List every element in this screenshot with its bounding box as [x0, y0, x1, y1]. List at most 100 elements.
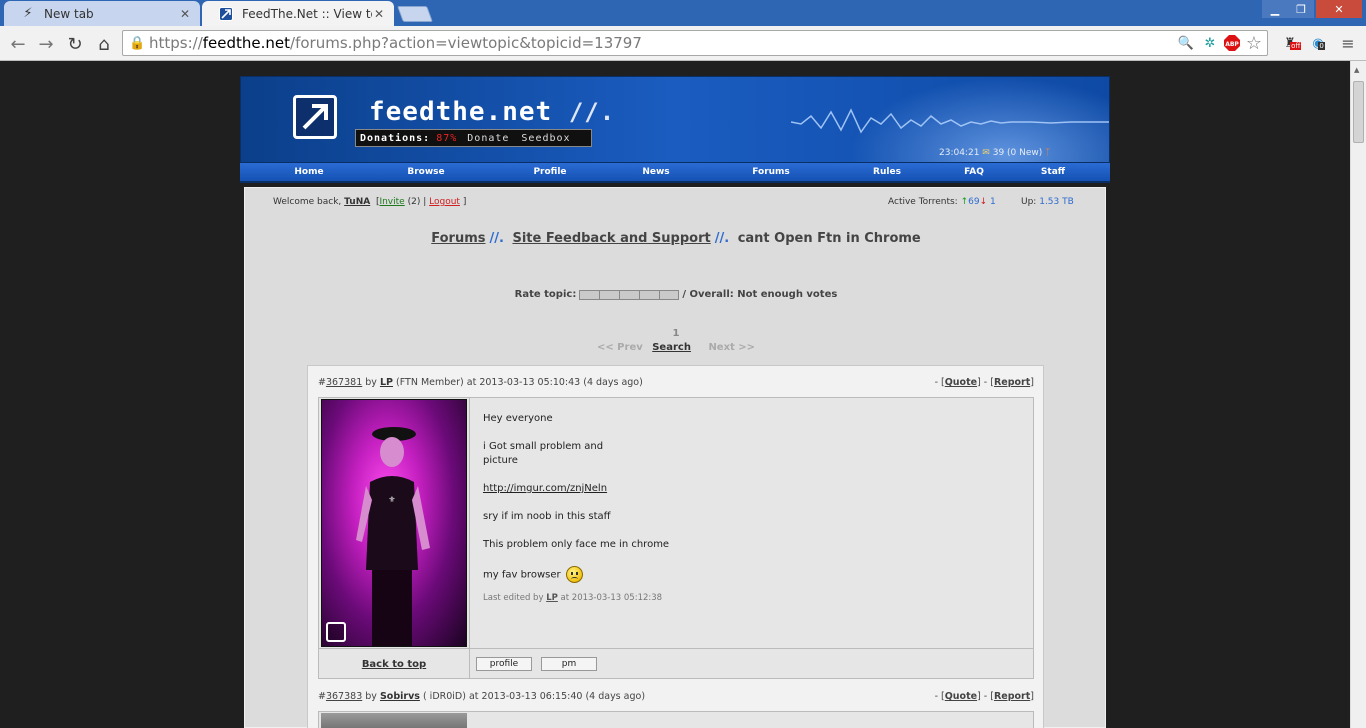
breadcrumb-section[interactable]: Site Feedback and Support — [512, 231, 710, 246]
nav-browse[interactable]: Browse — [407, 167, 444, 177]
rss-icon[interactable]: ᛉ — [1045, 148, 1050, 158]
nav-home[interactable]: Home — [294, 167, 323, 177]
donate-link[interactable]: Donate — [467, 133, 509, 144]
browser-tab-strip: ⚡ New tab ✕ FeedThe.Net :: View topic ✕ … — [0, 0, 1366, 26]
current-page: 1 — [672, 328, 680, 339]
nav-faq[interactable]: FAQ — [964, 167, 984, 177]
reload-icon[interactable]: ↻ — [63, 32, 87, 56]
svg-text:⚜: ⚜ — [388, 495, 395, 504]
rating-star[interactable] — [660, 291, 679, 299]
rating-star[interactable] — [640, 290, 660, 299]
vertical-scrollbar[interactable]: ▲ — [1350, 61, 1366, 728]
topic-rating: Rate topic: / Overall: Not enough votes — [245, 289, 1107, 300]
rating-star[interactable] — [620, 290, 640, 299]
rating-stars[interactable] — [579, 289, 680, 300]
scrollbar-thumb[interactable] — [1353, 81, 1364, 143]
post-author-link[interactable]: Sobirvs — [380, 691, 420, 702]
up-value: 1.53 TB — [1039, 197, 1074, 207]
new-tab-button[interactable] — [397, 6, 433, 22]
home-icon[interactable]: ⌂ — [92, 32, 116, 56]
message-count[interactable]: 39 (0 New) — [993, 148, 1043, 158]
donations-label: Donations: — [360, 132, 431, 144]
breadcrumb-forums[interactable]: Forums — [431, 231, 485, 246]
profile-button[interactable]: profile — [476, 657, 532, 671]
report-link[interactable]: Report — [994, 377, 1030, 388]
rate-topic-label: Rate topic: — [514, 289, 577, 300]
tab-title: FeedThe.Net :: View topic — [242, 6, 372, 21]
server-time: 23:04:21 — [939, 148, 980, 158]
extension-count-badge: 0 — [1318, 41, 1325, 50]
ghost-extension-icon[interactable]: ♜off — [1280, 33, 1302, 53]
rating-star[interactable] — [580, 290, 601, 299]
ftn-logo[interactable] — [293, 95, 337, 139]
search-page-icon[interactable]: 🔍 — [1176, 33, 1196, 53]
active-torrents-label: Active Torrents: — [888, 197, 958, 207]
donation-bar: Donations: 87% Donate Seedbox — [355, 129, 592, 147]
close-icon[interactable]: ✕ — [178, 7, 192, 21]
waveform-graphic — [791, 108, 1109, 134]
seeding-count[interactable]: 69 — [968, 197, 979, 207]
avatar-cell: ⚜ — [319, 398, 470, 648]
arrow-up-icon: ↑ — [960, 197, 969, 207]
seedbox-link[interactable]: Seedbox — [521, 133, 570, 144]
logout-link[interactable]: Logout — [429, 197, 460, 207]
window-close-button[interactable]: ✕ — [1316, 0, 1362, 18]
back-to-top-link[interactable]: Back to top — [319, 649, 470, 679]
post-hash: # — [318, 691, 326, 702]
post-body — [318, 711, 1034, 728]
edited-at: at 2013-03-13 05:12:38 — [560, 593, 663, 603]
nav-rules[interactable]: Rules — [873, 167, 901, 177]
nav-profile[interactable]: Profile — [533, 167, 566, 177]
minimize-button[interactable]: ▁ — [1262, 0, 1288, 18]
breadcrumb-separator: //. — [714, 231, 730, 246]
nav-staff[interactable]: Staff — [1041, 167, 1065, 177]
prev-page-link: << Prev — [596, 342, 643, 353]
rating-star[interactable] — [600, 290, 620, 299]
breadcrumb-separator: //. — [489, 231, 504, 246]
report-link[interactable]: Report — [994, 691, 1030, 702]
post-author-link[interactable]: LP — [380, 377, 393, 388]
site-title-text: feedthe.net — [369, 97, 553, 127]
post-id-link[interactable]: 367383 — [326, 691, 362, 702]
adblock-icon[interactable]: ABP — [1222, 33, 1242, 53]
maximize-button[interactable]: ❐ — [1288, 0, 1314, 18]
site-title[interactable]: feedthe.net //. — [369, 97, 615, 127]
close-icon[interactable]: ✕ — [372, 7, 386, 21]
invite-count: (2) | — [407, 197, 427, 207]
envelope-icon[interactable]: ✉ — [982, 148, 990, 158]
username-link[interactable]: TuNA — [344, 197, 370, 207]
main-content: Welcome back, TuNA [Invite (2) | Logout … — [244, 187, 1106, 728]
scroll-up-icon[interactable]: ▲ — [1354, 66, 1359, 74]
message-line: my fav browser — [483, 569, 561, 581]
nav-news[interactable]: News — [642, 167, 669, 177]
post-footer: Back to top profile pm — [319, 648, 1033, 679]
pm-button[interactable]: pm — [541, 657, 597, 671]
post-hash: # — [318, 377, 326, 388]
address-bar[interactable]: 🔒 https://feedthe.net/forums.php?action=… — [122, 30, 1268, 56]
leeching-count[interactable]: 1 — [990, 197, 996, 207]
post-body: ⚜ Hey everyone i Got small problem and p… — [318, 397, 1034, 679]
network-icon[interactable]: ✲ — [1200, 33, 1220, 53]
forward-icon[interactable]: → — [34, 32, 58, 56]
posts-container: #367381 by LP (FTN Member) at 2013-03-13… — [307, 365, 1044, 728]
edited-by-link[interactable]: LP — [546, 593, 558, 603]
post-message: Hey everyone i Got small problem and pic… — [483, 412, 669, 605]
avatar: ⚜ — [321, 399, 467, 647]
invite-link[interactable]: Invite — [379, 197, 404, 207]
back-icon[interactable]: ← — [6, 32, 30, 56]
avatar-figure: ⚜ — [356, 427, 430, 646]
menu-icon[interactable]: ≡ — [1338, 33, 1358, 53]
edited-note: Last edited by LP at 2013-03-13 05:12:38 — [483, 591, 669, 605]
quote-link[interactable]: Quote — [945, 691, 977, 702]
tab-view-topic[interactable]: FeedThe.Net :: View topic ✕ — [202, 1, 394, 26]
post-id-link[interactable]: 367381 — [326, 377, 362, 388]
message-line: picture — [483, 455, 518, 466]
post-actions: - [Quote] - [Report] — [934, 377, 1034, 388]
bookmark-star-icon[interactable]: ☆ — [1244, 33, 1264, 54]
counter-extension-icon[interactable]: ◉0 — [1308, 33, 1328, 53]
quote-link[interactable]: Quote — [945, 377, 977, 388]
tab-new-tab[interactable]: ⚡ New tab ✕ — [4, 1, 200, 26]
search-link[interactable]: Search — [652, 342, 691, 353]
nav-forums[interactable]: Forums — [752, 167, 790, 177]
imgur-link[interactable]: http://imgur.com/znjNeln — [483, 482, 669, 496]
